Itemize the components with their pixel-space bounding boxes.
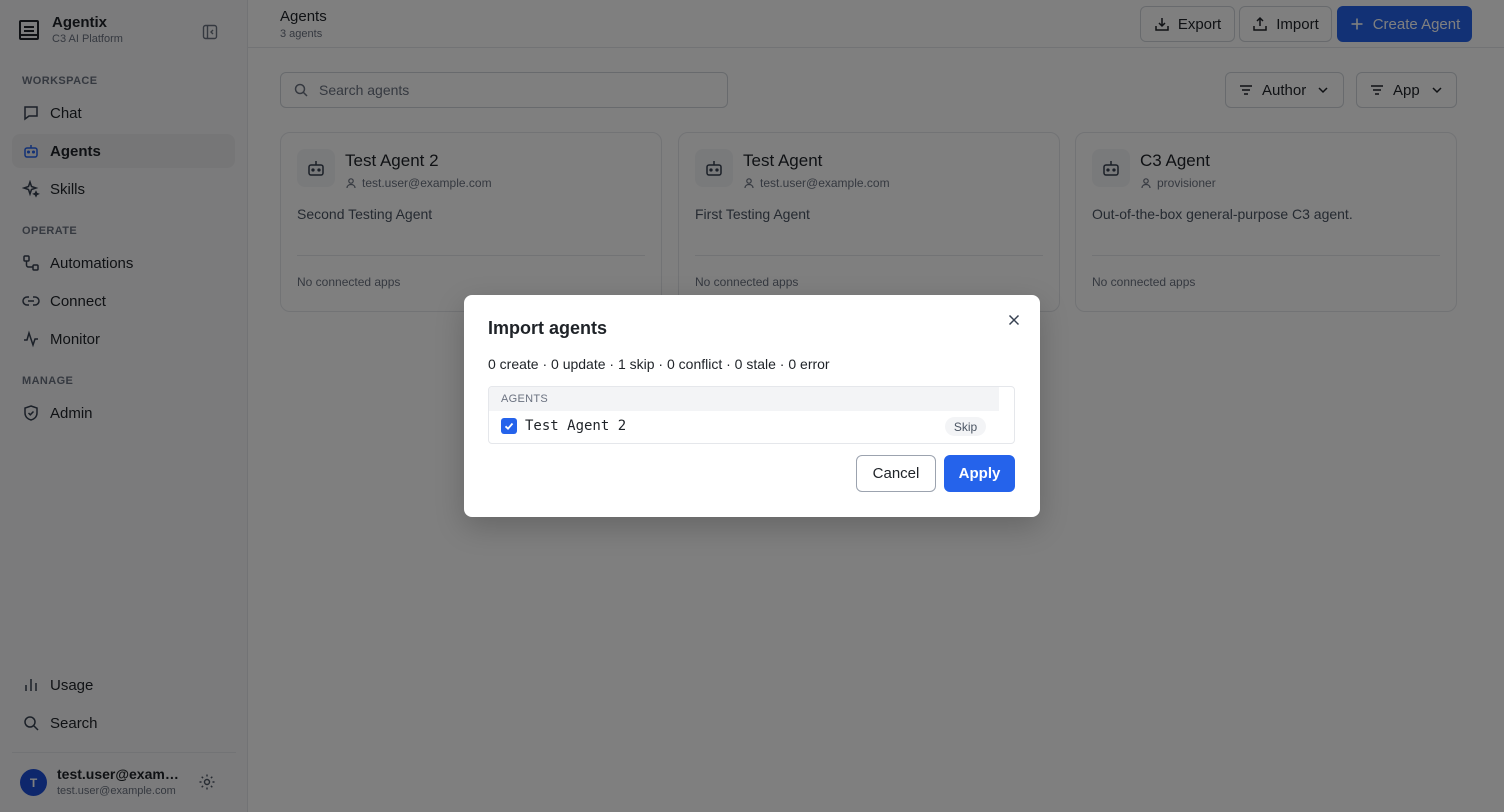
import-agents-dialog: Import agents 0 create · 0 update · 1 sk… <box>464 295 1040 517</box>
list-item: Test Agent 2 Skip <box>489 415 1014 439</box>
import-agents-list: AGENTS Test Agent 2 Skip <box>488 386 1015 444</box>
import-agent-name: Test Agent 2 <box>525 418 627 434</box>
close-icon[interactable] <box>1006 312 1022 328</box>
dialog-title: Import agents <box>488 318 608 338</box>
list-header: AGENTS <box>489 387 999 411</box>
check-icon <box>504 422 514 431</box>
cancel-button[interactable]: Cancel <box>856 455 936 492</box>
status-badge: Skip <box>945 417 986 436</box>
agent-checkbox[interactable] <box>501 418 517 434</box>
apply-button[interactable]: Apply <box>944 455 1015 492</box>
import-summary: 0 create · 0 update · 1 skip · 0 conflic… <box>488 356 830 372</box>
